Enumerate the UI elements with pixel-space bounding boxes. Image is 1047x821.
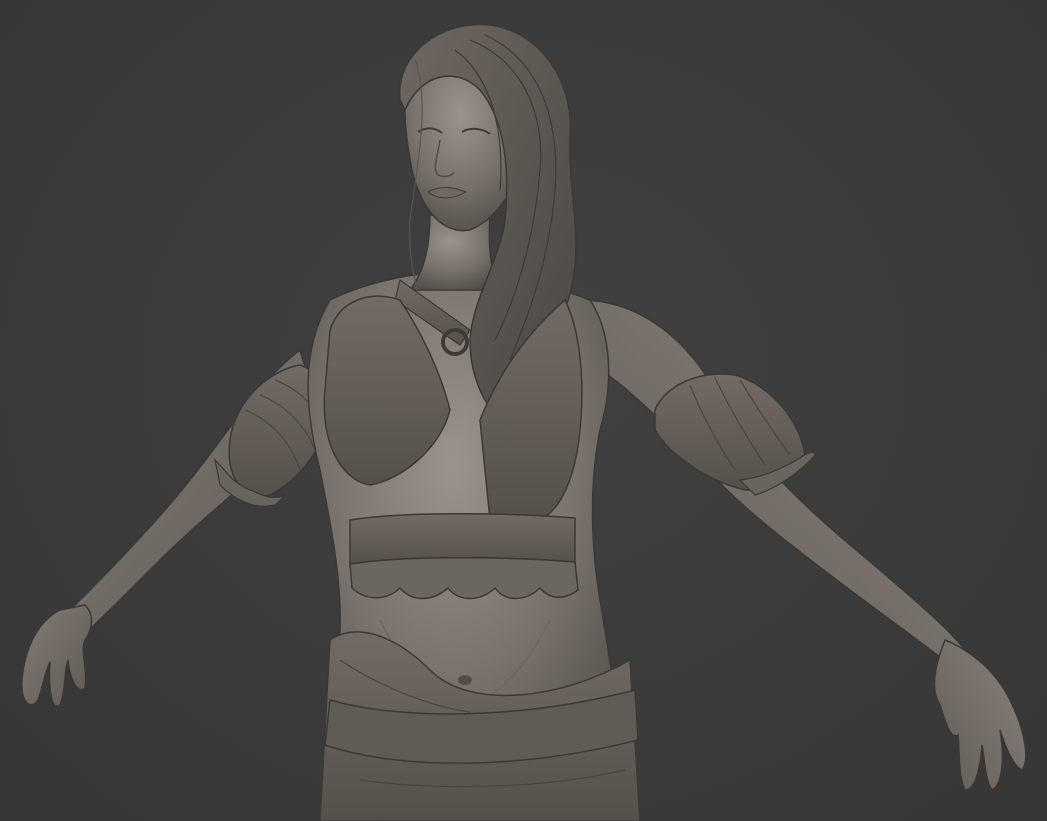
sculpted-character-model [21,23,1027,821]
left-arm [21,348,332,708]
right-arm [579,299,1027,791]
3d-viewport[interactable] [0,0,1047,821]
